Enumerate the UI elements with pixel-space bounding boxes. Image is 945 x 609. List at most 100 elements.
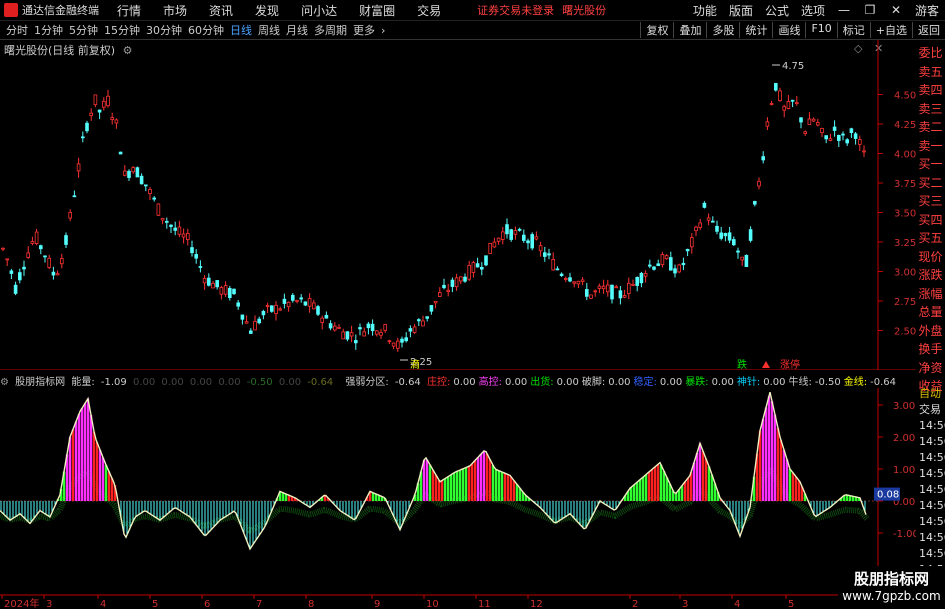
sidebar-item[interactable]: 买一 (916, 155, 945, 174)
price-tick-label: 3.00 (894, 268, 916, 279)
tool-biaoji[interactable]: 标记 (836, 22, 870, 38)
sidebar-item[interactable]: 外盘 (916, 322, 945, 341)
candle-body (299, 297, 303, 300)
candlestick-chart[interactable]: 4.50 4.25 4.00 3.75 3.50 3.25 3.00 2.75 2.50 4.75… (0, 40, 916, 370)
candle-body (681, 262, 686, 266)
candle-body (757, 180, 761, 187)
close-icon[interactable]: ✕ (889, 3, 903, 17)
period-5min[interactable]: 5分钟 (69, 22, 98, 38)
sidebar-item[interactable]: 卖五 (916, 63, 945, 82)
price-tick-label: 4.25 (894, 120, 916, 131)
candle-body (627, 282, 631, 294)
candle-body (711, 220, 715, 223)
candle-body (85, 122, 89, 132)
restore-icon[interactable]: ❐ (863, 3, 877, 17)
candle-body (538, 245, 543, 252)
period-weekly[interactable]: 周线 (258, 22, 280, 38)
menu-wenxiaoda[interactable]: 问小达 (301, 2, 337, 19)
menu-jiaoyi[interactable]: 交易 (417, 2, 441, 19)
current-value: 0.08 (877, 490, 899, 501)
candle-body (841, 133, 845, 136)
trade-button[interactable]: 交易 (916, 402, 945, 418)
candle-body (383, 324, 387, 331)
period-monthly[interactable]: 月线 (286, 22, 308, 38)
candle-body (765, 121, 770, 127)
sidebar-item[interactable]: 买二 (916, 174, 945, 193)
tool-f10[interactable]: F10 (805, 22, 836, 38)
zone-label: 强弱分区: (345, 377, 389, 387)
zero-value: -0.64 (307, 377, 334, 387)
sidebar-item[interactable]: 买四 (916, 211, 945, 230)
candle-body (564, 278, 568, 280)
sidebar-item[interactable]: 卖四 (916, 81, 945, 100)
menu-faxian[interactable]: 发现 (255, 2, 279, 19)
x-tick-label: 9 (374, 599, 380, 609)
price-tick-label: 2.50 (894, 327, 916, 338)
x-tick-label: 6 (204, 599, 210, 609)
candle-body (106, 95, 110, 107)
zero-value: 0.00 (161, 377, 184, 387)
sidebar-item[interactable]: 卖三 (916, 100, 945, 119)
indicator-gear-icon[interactable]: ⚙ (0, 377, 9, 387)
tool-tongji[interactable]: 统计 (739, 22, 772, 38)
sidebar-item[interactable]: 买五 (916, 229, 945, 248)
period-60min[interactable]: 60分钟 (188, 22, 224, 38)
menu-shichang[interactable]: 市场 (163, 2, 187, 19)
period-15min[interactable]: 15分钟 (104, 22, 140, 38)
menu-gongneng[interactable]: 功能 (693, 2, 717, 19)
sidebar-item[interactable]: 涨跌 (916, 266, 945, 285)
candle-body (698, 222, 702, 228)
x-tick-label: 4 (734, 599, 740, 609)
x-tick-label: 2 (632, 599, 638, 609)
tool-huaxian[interactable]: 画线 (772, 22, 805, 38)
indicator-chart[interactable]: 3.002.001.000.00-1.000.08 (0, 388, 916, 594)
candle-body (337, 327, 341, 329)
menu-banmian[interactable]: 版面 (729, 2, 753, 19)
sidebar-item[interactable]: 买三 (916, 192, 945, 211)
candle-body (30, 241, 35, 244)
user-label[interactable]: 游客 (915, 2, 939, 19)
period-daily[interactable]: 日线 (230, 22, 252, 38)
menu-gongshi[interactable]: 公式 (765, 2, 789, 19)
candle-body (278, 308, 282, 311)
candle-body (47, 257, 51, 268)
candle-body (744, 254, 749, 268)
candle-body (177, 226, 182, 235)
candle-body (706, 217, 711, 221)
chevron-right-icon[interactable]: › (381, 24, 385, 37)
candle-body (5, 258, 10, 261)
trade-login-warning[interactable]: 证券交易未登录 (477, 2, 554, 18)
price-tick-label: 4.50 (894, 91, 916, 102)
sidebar-item[interactable]: 委比 (916, 44, 945, 63)
tool-fuquan[interactable]: 复权 (640, 22, 673, 38)
x-tick-label: 12 (530, 599, 543, 609)
sidebar-item[interactable]: 卖二 (916, 118, 945, 137)
period-multi[interactable]: 多周期 (314, 22, 347, 38)
auto-button[interactable]: 自动 (916, 386, 945, 402)
candle-body (858, 139, 862, 145)
period-30min[interactable]: 30分钟 (146, 22, 182, 38)
candle-body (631, 283, 635, 286)
menu-xuanxiang[interactable]: 选项 (801, 2, 825, 19)
tool-duogu[interactable]: 多股 (706, 22, 739, 38)
app-title: 通达信金融终端 (22, 4, 99, 17)
period-more[interactable]: 更多 (353, 22, 375, 38)
sidebar-item[interactable]: 净资 (916, 359, 945, 378)
period-fenshi[interactable]: 分时 (6, 22, 28, 38)
sidebar-item[interactable]: 涨幅 (916, 285, 945, 304)
sidebar-item[interactable]: 卖一 (916, 137, 945, 156)
sidebar-item[interactable]: 现价 (916, 248, 945, 267)
minimize-icon[interactable]: — (837, 3, 851, 17)
menu-zixun[interactable]: 资讯 (209, 2, 233, 19)
tool-add-watchlist[interactable]: +自选 (869, 22, 912, 38)
period-1min[interactable]: 1分钟 (34, 22, 63, 38)
candle-body (517, 228, 522, 231)
tool-diejia[interactable]: 叠加 (673, 22, 706, 38)
candle-body (832, 126, 837, 131)
menu-hangqing[interactable]: 行情 (117, 2, 141, 19)
indicator-item-value: 0.00 (659, 377, 683, 387)
tool-back[interactable]: 返回 (912, 22, 945, 38)
menu-caifuquan[interactable]: 财富圈 (359, 2, 395, 19)
sidebar-item[interactable]: 总量 (916, 303, 945, 322)
sidebar-item[interactable]: 换手 (916, 340, 945, 359)
